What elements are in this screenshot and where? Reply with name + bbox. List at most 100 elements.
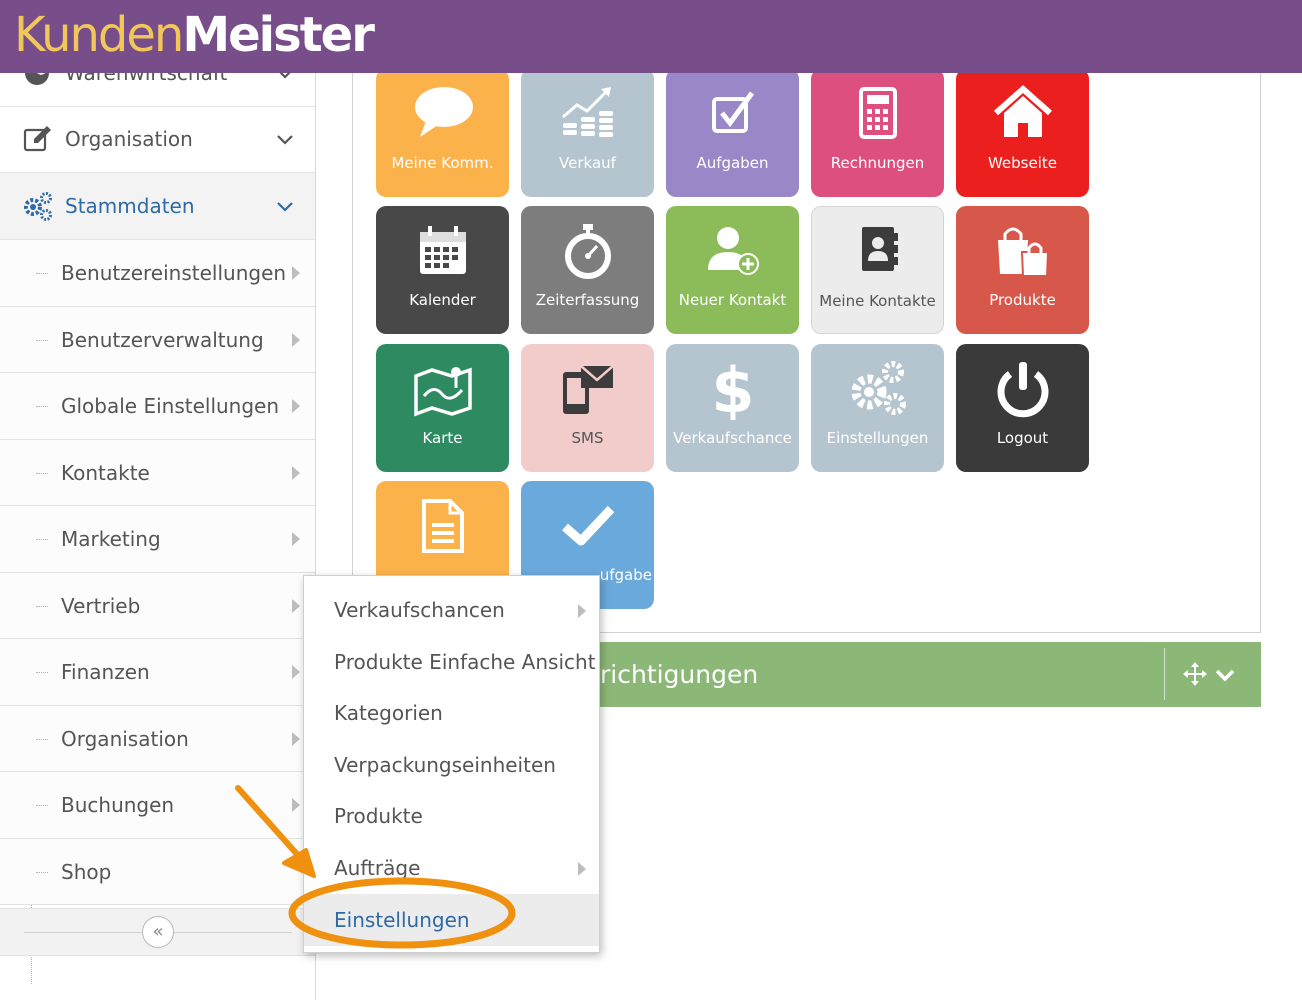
stopwatch-icon — [565, 224, 611, 279]
tile-label: Einstellungen — [826, 429, 929, 447]
sidebar-subitem-label: Marketing — [61, 527, 161, 551]
menu-item-label: Verkaufschancen — [334, 598, 505, 622]
tile-logout[interactable]: Logout — [956, 344, 1089, 472]
section-header-bar: richtigungen — [592, 642, 1261, 707]
add-user-icon — [708, 227, 759, 275]
menu-item-label: Verpackungseinheiten — [334, 753, 556, 777]
caret-right-icon — [292, 332, 300, 347]
home-icon — [994, 84, 1052, 137]
caret-right-icon — [578, 604, 586, 618]
tile-kalender[interactable]: Kalender — [376, 206, 509, 334]
sidebar-subitem-kontakte[interactable]: Kontakte — [0, 439, 315, 506]
sidebar-subitem-benutzereinstellungen[interactable]: Benutzereinstellungen — [0, 240, 315, 307]
menu-item-einstellungen[interactable]: Einstellungen — [304, 894, 599, 946]
gears-icon — [24, 192, 52, 221]
sidebar-subitem-benutzerverwaltung[interactable]: Benutzerverwaltung — [0, 306, 315, 373]
menu-item-produkte-einfache-ansicht[interactable]: Produkte Einfache Ansicht — [304, 636, 599, 688]
chevron-down-icon — [279, 73, 291, 79]
chevron-down-icon — [277, 202, 293, 212]
tile-neuer-kontakt[interactable]: Neuer Kontakt — [666, 206, 799, 334]
tile-aufgaben[interactable]: Aufgaben — [666, 69, 799, 197]
tile-produkte[interactable]: Produkte — [956, 206, 1089, 334]
app-logo[interactable]: KundenMeister — [14, 4, 375, 66]
caret-right-icon — [292, 665, 300, 679]
sidebar-subitem-marketing[interactable]: Marketing — [0, 506, 315, 573]
sidebar-item-organisation[interactable]: Organisation — [0, 106, 315, 173]
sidebar-item-warenwirtschaft[interactable]: Warenwirtschaft — [0, 73, 315, 107]
tile-label: Neuer Kontakt — [678, 291, 787, 309]
chevron-down-icon[interactable] — [1214, 664, 1236, 686]
globe-icon — [25, 73, 49, 85]
caret-right-icon — [578, 862, 586, 876]
tile-verkaufschance[interactable]: $ Verkaufschance — [666, 344, 799, 472]
sidebar-subitem-label: Buchungen — [61, 793, 175, 817]
menu-item-auftraege[interactable]: Aufträge — [304, 842, 599, 894]
collapse-sidebar-button[interactable]: « — [142, 916, 174, 948]
tile-rechnungen[interactable]: Rechnungen — [811, 69, 944, 197]
sidebar-subitem-buchungen[interactable]: Buchungen — [0, 772, 315, 839]
tile-meine-kontakte[interactable]: Meine Kontakte — [811, 206, 944, 334]
section-title: richtigungen — [600, 660, 759, 689]
menu-item-label: Produkte — [334, 804, 423, 828]
sidebar-subitem-label: Benutzerverwaltung — [61, 327, 264, 352]
caret-right-icon — [292, 532, 300, 546]
checkmark-icon — [562, 505, 615, 546]
tile-label: Verkaufschance — [673, 429, 792, 447]
chevron-down-icon — [277, 135, 293, 145]
tile-label: Aufgaben — [696, 154, 769, 172]
sidebar-subitem-shop[interactable]: Shop — [0, 838, 315, 905]
tile-zeiterfassung[interactable]: Zeiterfassung — [521, 206, 654, 334]
shopping-bags-icon — [998, 227, 1050, 277]
menu-item-kategorien[interactable]: Kategorien — [304, 687, 599, 739]
caret-right-icon — [292, 465, 300, 480]
tile-label: Meine Kontakte — [819, 292, 936, 310]
app-header: KundenMeister — [0, 0, 1302, 73]
sidebar-subitem-organisation[interactable]: Organisation — [0, 705, 315, 772]
tile-einstellungen[interactable]: Einstellungen — [811, 344, 944, 472]
edit-icon — [23, 126, 51, 152]
phone-message-icon — [563, 365, 614, 414]
caret-right-icon — [292, 731, 300, 746]
tile-label: Kalender — [409, 291, 476, 309]
sidebar-subitem-label: Kontakte — [61, 460, 150, 485]
tile-label: Meine Komm. — [391, 154, 494, 172]
sidebar-subitem-finanzen[interactable]: Finanzen — [0, 639, 315, 706]
menu-item-label: Einstellungen — [334, 908, 470, 932]
address-book-icon — [862, 227, 898, 271]
sidebar-item-label: Warenwirtschaft — [65, 73, 228, 85]
speech-bubble-icon — [415, 87, 473, 137]
move-icon[interactable] — [1182, 661, 1208, 687]
menu-item-produkte[interactable]: Produkte — [304, 790, 599, 842]
tile-label: Karte — [422, 429, 463, 447]
logo-meister: Meister — [182, 7, 375, 63]
tile-verkauf[interactable]: Verkauf — [521, 69, 654, 197]
sidebar-item-label: Stammdaten — [65, 194, 195, 218]
tile-label: Rechnungen — [830, 154, 925, 172]
map-icon — [414, 367, 472, 417]
tile-karte[interactable]: Karte — [376, 344, 509, 472]
sidebar-item-stammdaten[interactable]: Stammdaten — [0, 173, 315, 240]
menu-item-label: Aufträge — [334, 856, 421, 880]
menu-item-verpackungseinheiten[interactable]: Verpackungseinheiten — [304, 739, 599, 791]
sidebar-subitem-vertrieb[interactable]: Vertrieb — [0, 572, 315, 639]
tile-webseite[interactable]: Webseite — [956, 69, 1089, 197]
menu-item-verkaufschancen[interactable]: Verkaufschancen — [304, 584, 599, 636]
tile-sms[interactable]: SMS — [521, 344, 654, 472]
dollar-icon: $ — [711, 358, 754, 420]
checkbox-icon — [712, 91, 755, 133]
gears-icon — [851, 361, 906, 415]
tile-meine-komm[interactable]: Meine Komm. — [376, 69, 509, 197]
sidebar-subitem-label: Vertrieb — [61, 593, 141, 618]
logo-kunden: Kunden — [14, 7, 184, 63]
sidebar-subitem-label: Organisation — [61, 726, 189, 751]
sidebar-subitem-label: Shop — [61, 859, 112, 884]
sidebar-item-label: Organisation — [65, 127, 193, 151]
caret-right-icon — [292, 399, 300, 413]
vertrieb-submenu: Verkaufschancen Produkte Einfache Ansich… — [303, 575, 600, 953]
sidebar-subitem-label: Finanzen — [61, 660, 150, 684]
caret-right-icon — [292, 266, 300, 280]
sidebar-subitem-globale-einstellungen[interactable]: Globale Einstellungen — [0, 373, 315, 440]
tile-label: Zeiterfassung — [535, 291, 640, 309]
tile-label: Verkauf — [559, 154, 616, 172]
calculator-icon — [859, 87, 897, 139]
